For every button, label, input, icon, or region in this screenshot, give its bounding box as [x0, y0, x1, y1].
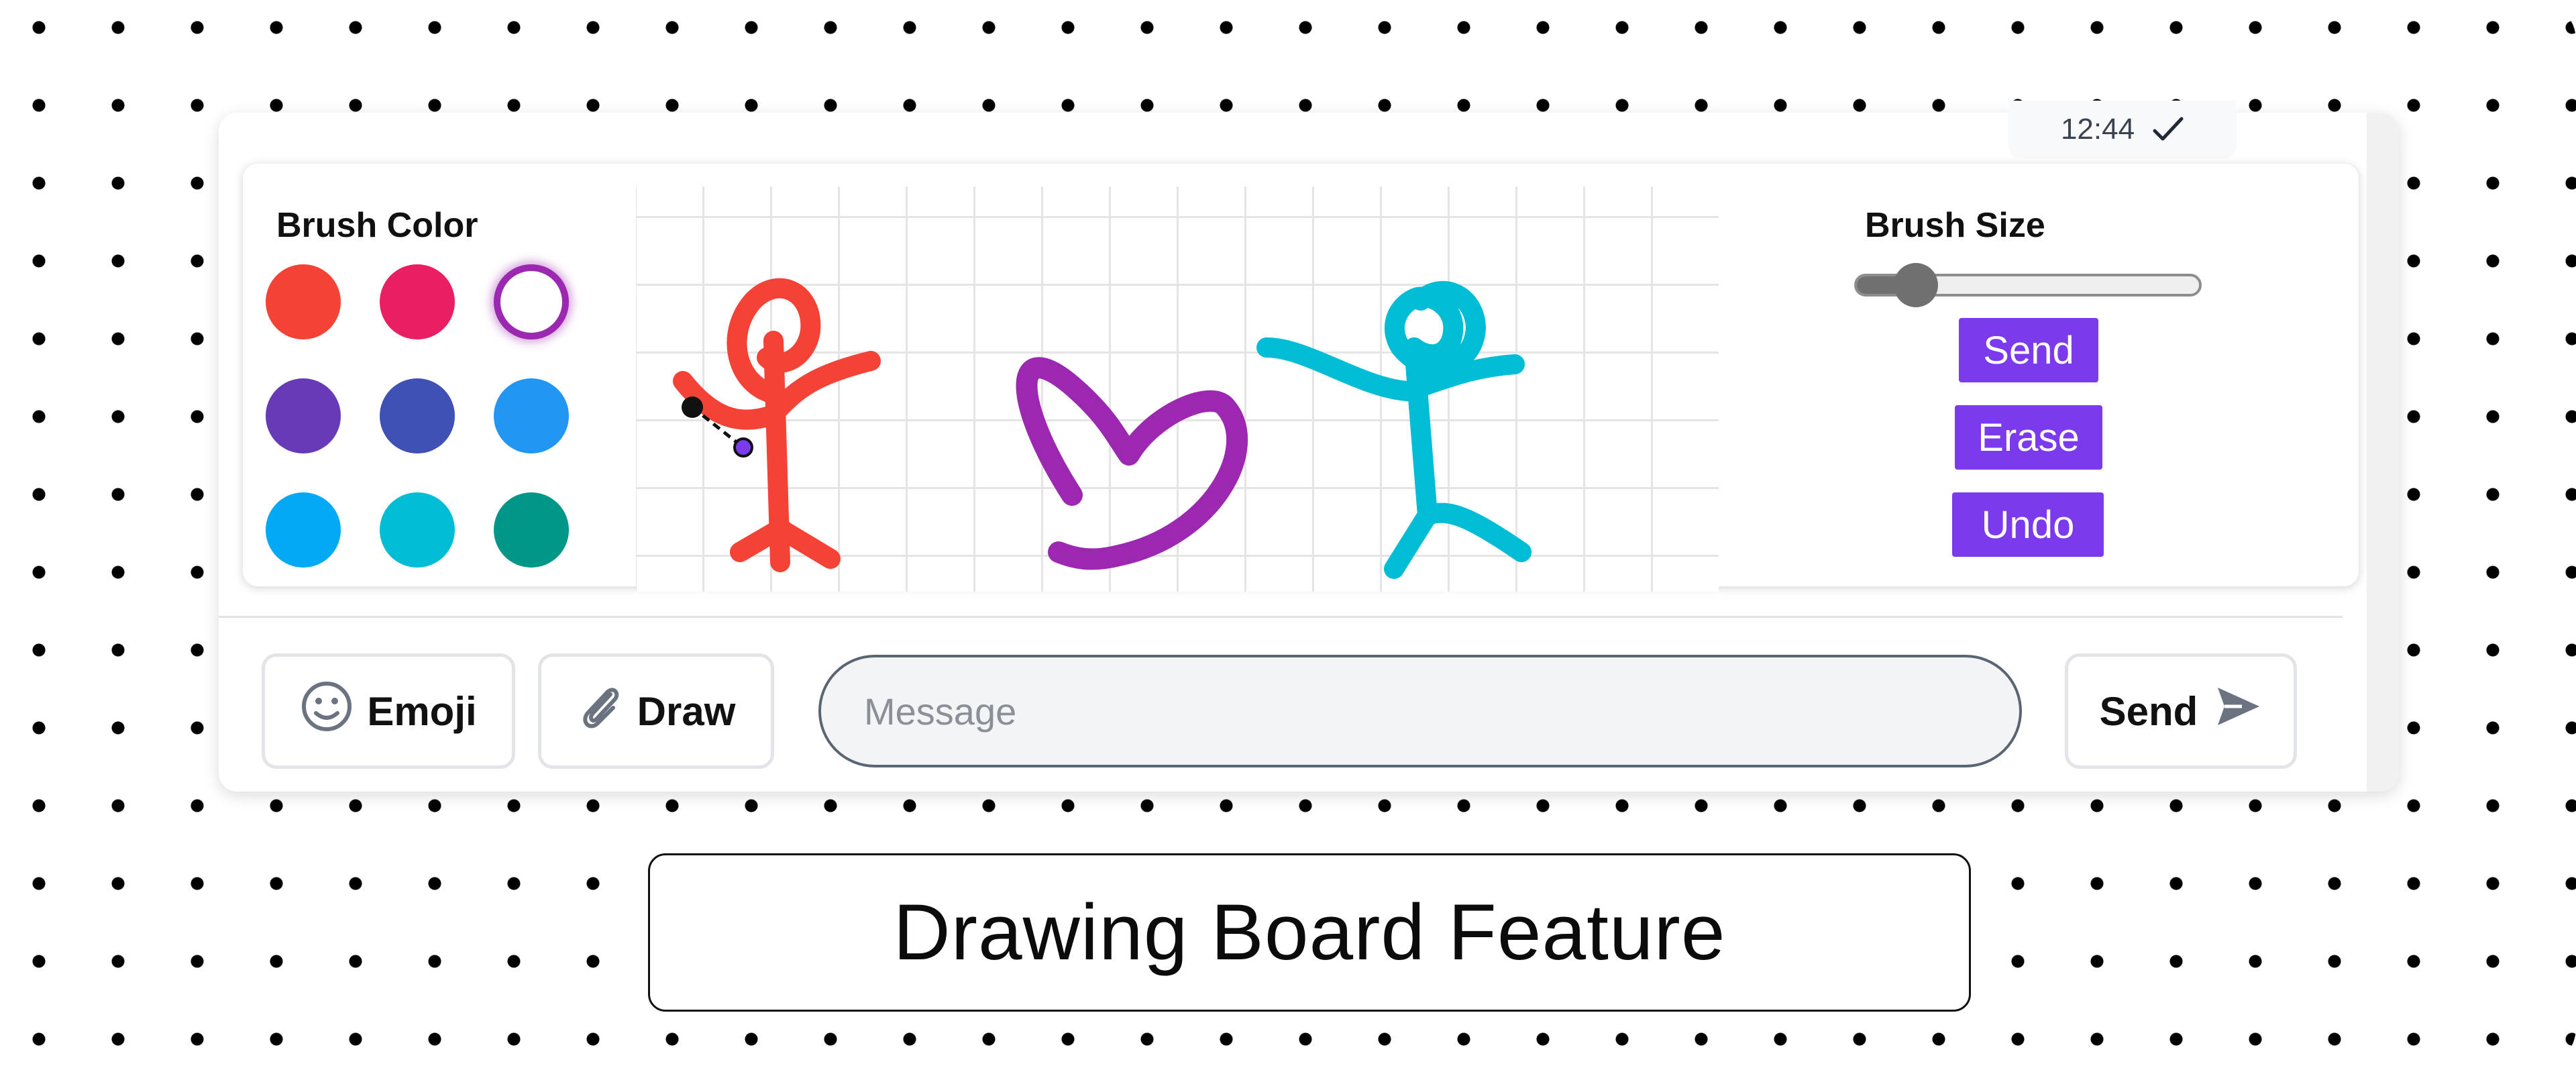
color-swatch-purple[interactable] [266, 378, 341, 453]
color-swatch-red[interactable] [266, 264, 341, 339]
color-swatch-pink[interactable] [380, 264, 455, 339]
send-arrow-icon [2215, 685, 2262, 737]
undo-button[interactable]: Undo [1952, 492, 2104, 557]
stick-figure-red [673, 278, 881, 572]
slider-thumb[interactable] [1894, 263, 1938, 307]
send-message-button[interactable]: Send [2065, 653, 2297, 769]
send-label: Send [2099, 688, 2198, 734]
divider [219, 616, 2343, 618]
color-swatch-indigo[interactable] [380, 378, 455, 453]
brush-size-slider[interactable] [1854, 263, 2202, 307]
draw-button[interactable]: Draw [538, 653, 774, 769]
canvas-drawings [673, 278, 1532, 579]
message-input[interactable] [818, 655, 2022, 767]
message-time: 12:44 [2060, 113, 2135, 146]
feature-caption: Drawing Board Feature [648, 853, 1971, 1012]
smiley-icon [300, 680, 354, 743]
paperclip-icon [577, 680, 624, 743]
brush-color-label: Brush Color [276, 206, 478, 245]
send-drawing-button[interactable]: Send [1959, 318, 2098, 382]
message-timestamp: 12:44 [2008, 101, 2237, 158]
heart-purple [1016, 357, 1248, 570]
color-swatch-blue[interactable] [494, 378, 569, 453]
brush-size-label: Brush Size [1865, 206, 2045, 245]
emoji-label: Emoji [367, 688, 477, 734]
erase-button[interactable]: Erase [1955, 405, 2102, 470]
stick-figure-cyan [1256, 280, 1532, 579]
color-swatch-cyan[interactable] [380, 492, 455, 568]
color-swatch-light-blue[interactable] [266, 492, 341, 568]
caption-text: Drawing Board Feature [893, 888, 1726, 977]
color-swatch-white[interactable] [494, 264, 569, 339]
scrollbar[interactable] [2367, 113, 2399, 792]
color-swatch-teal[interactable] [494, 492, 569, 568]
emoji-button[interactable]: Emoji [262, 653, 515, 769]
check-icon [2152, 116, 2184, 143]
draw-label: Draw [637, 688, 736, 734]
drawing-canvas[interactable] [636, 186, 1719, 592]
